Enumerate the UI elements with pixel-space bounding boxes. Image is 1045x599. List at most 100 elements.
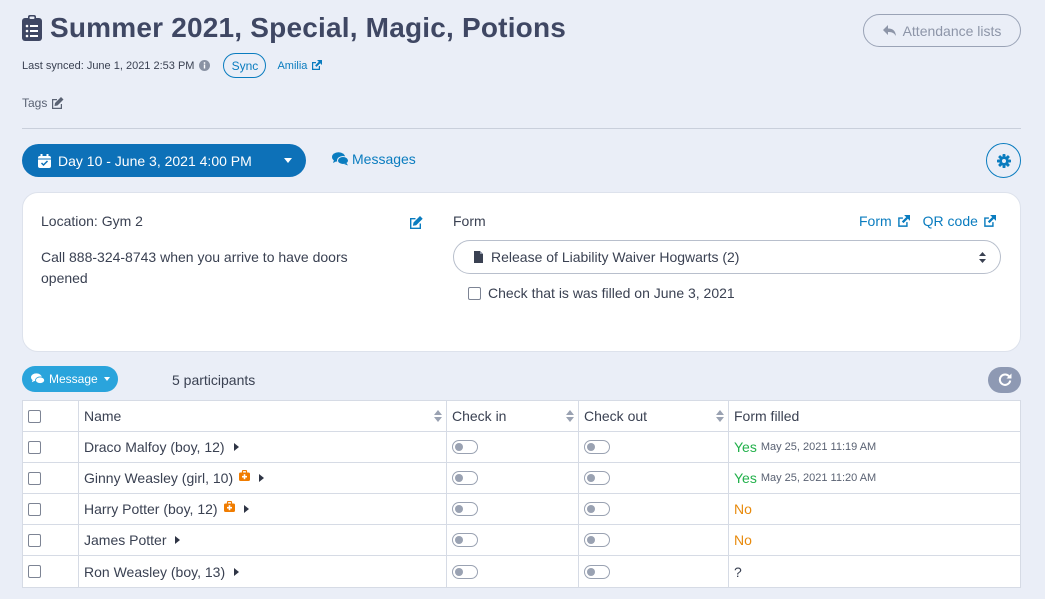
- external-link-icon: [984, 214, 996, 227]
- form-select-value: Release of Liability Waiver Hogwarts (2): [491, 249, 740, 265]
- form-status: No: [734, 501, 752, 517]
- day-selector-button[interactable]: Day 10 - June 3, 2021 4:00 PM: [22, 144, 306, 177]
- form-select[interactable]: Release of Liability Waiver Hogwarts (2): [453, 240, 1001, 274]
- day-label: Day 10 - June 3, 2021 4:00 PM: [58, 152, 252, 169]
- refresh-icon: [998, 373, 1011, 386]
- check-in-toggle[interactable]: [452, 564, 478, 579]
- check-out-toggle[interactable]: [584, 440, 610, 454]
- tags-row[interactable]: Tags: [22, 96, 64, 110]
- amilia-label: Amilia: [277, 59, 308, 72]
- participant-name[interactable]: Ginny Weasley (girl, 10): [84, 470, 233, 486]
- row-checkbox[interactable]: [28, 471, 41, 485]
- header-form-filled-label: Form filled: [734, 408, 800, 424]
- form-filled-checkbox[interactable]: [468, 286, 481, 300]
- table-row: Harry Potter (boy, 12) No: [23, 494, 1020, 525]
- header-check-out-label: Check out: [584, 408, 648, 424]
- check-out-column-header[interactable]: Check out: [579, 401, 729, 431]
- sort-icon: [566, 410, 574, 422]
- sync-row: Last synced: June 1, 2021 2:53 PM Sync A…: [22, 53, 323, 78]
- form-link-label: Form: [859, 213, 892, 229]
- message-dropdown-button[interactable]: Message: [22, 366, 118, 392]
- caret-right-icon[interactable]: [259, 474, 265, 482]
- caret-right-icon[interactable]: [233, 443, 239, 451]
- row-checkbox[interactable]: [28, 565, 41, 578]
- table-row: James Potter No: [23, 525, 1020, 556]
- messages-link[interactable]: Messages: [332, 151, 416, 167]
- form-status: Yes: [734, 470, 757, 486]
- form-filled-column-header: Form filled: [729, 401, 1020, 431]
- caret-right-icon[interactable]: [243, 505, 249, 513]
- external-link-icon: [897, 214, 910, 227]
- attendance-lists-button[interactable]: Attendance lists: [863, 14, 1021, 47]
- check-out-toggle[interactable]: [584, 564, 610, 579]
- form-link[interactable]: Form: [859, 213, 910, 229]
- edit-location-icon[interactable]: [409, 216, 423, 229]
- last-synced-text: Last synced: June 1, 2021 2:53 PM: [22, 59, 195, 72]
- row-checkbox[interactable]: [28, 440, 41, 454]
- row-checkbox[interactable]: [28, 533, 41, 547]
- refresh-button[interactable]: [988, 367, 1021, 393]
- check-in-toggle[interactable]: [452, 533, 478, 547]
- page-title: Summer 2021, Special, Magic, Potions: [50, 12, 567, 43]
- form-links: Form QR code: [859, 213, 996, 229]
- amilia-link[interactable]: Amilia: [277, 59, 323, 72]
- location-label: Location: Gym 2: [41, 213, 143, 229]
- form-label: Form: [453, 213, 486, 229]
- check-in-toggle[interactable]: [452, 502, 478, 516]
- form-status: No: [734, 532, 752, 548]
- participant-name[interactable]: Harry Potter (boy, 12): [84, 501, 218, 517]
- header-divider: [22, 128, 1021, 129]
- gear-icon: [996, 153, 1011, 168]
- participant-name[interactable]: Draco Malfoy (boy, 12): [84, 439, 225, 455]
- check-out-toggle[interactable]: [584, 471, 610, 485]
- check-in-column-header[interactable]: Check in: [447, 401, 579, 431]
- check-in-toggle[interactable]: [452, 440, 478, 454]
- form-timestamp: May 25, 2021 11:19 AM: [760, 441, 877, 453]
- form-timestamp: May 25, 2021 11:20 AM: [760, 472, 877, 484]
- form-filled-check-row[interactable]: Check that is was filled on June 3, 2021: [468, 285, 735, 301]
- select-arrows-icon: [979, 252, 986, 263]
- clipboard-list-icon: [22, 15, 42, 41]
- comments-icon: [332, 152, 349, 166]
- reply-icon: [882, 24, 896, 36]
- table-header-row: Name Check in Check out Form filled: [23, 401, 1020, 432]
- table-row: Ron Weasley (boy, 13) ?: [23, 556, 1020, 587]
- name-column-header[interactable]: Name: [79, 401, 447, 431]
- caret-right-icon[interactable]: [175, 536, 181, 544]
- tags-label: Tags: [22, 96, 48, 110]
- qr-code-link[interactable]: QR code: [923, 213, 996, 229]
- form-status: Yes: [734, 439, 757, 455]
- sort-icon: [716, 410, 724, 422]
- location-note: Call 888-324-8743 when you arrive to hav…: [41, 249, 348, 286]
- settings-button[interactable]: [986, 143, 1021, 178]
- caret-right-icon[interactable]: [234, 567, 240, 576]
- page-header: Summer 2021, Special, Magic, Potions: [22, 12, 566, 44]
- select-all-checkbox[interactable]: [28, 409, 41, 423]
- check-out-toggle[interactable]: [584, 533, 610, 547]
- chevron-down-icon: [103, 377, 110, 381]
- info-icon[interactable]: [199, 60, 211, 71]
- medical-kit-icon[interactable]: [223, 500, 235, 512]
- header-name-label: Name: [84, 408, 122, 424]
- check-in-toggle[interactable]: [452, 471, 478, 485]
- participants-table: Name Check in Check out Form filled Drac…: [22, 400, 1021, 588]
- messages-label: Messages: [352, 151, 416, 167]
- sync-button[interactable]: Sync: [223, 53, 267, 78]
- form-filled-check-label: Check that is was filled on June 3, 2021: [488, 285, 735, 301]
- header-check-in-label: Check in: [452, 408, 507, 424]
- row-checkbox[interactable]: [28, 502, 41, 516]
- message-button-label: Message: [49, 372, 98, 386]
- comments-icon: [31, 373, 45, 384]
- qr-code-label: QR code: [922, 213, 978, 229]
- attendance-lists-label: Attendance lists: [902, 22, 1002, 39]
- table-row: Draco Malfoy (boy, 12) Yes May 25, 2021 …: [23, 432, 1020, 463]
- chevron-down-icon: [284, 158, 292, 163]
- check-out-toggle[interactable]: [584, 502, 610, 516]
- participant-name[interactable]: Ron Weasley (boy, 13): [84, 564, 225, 580]
- participant-name[interactable]: James Potter: [84, 532, 166, 548]
- file-icon: [474, 251, 483, 263]
- edit-icon: [52, 97, 64, 109]
- medical-kit-icon[interactable]: [239, 469, 251, 481]
- session-info-card: Location: Gym 2 Call 888-324-8743 when y…: [22, 192, 1021, 352]
- form-status: ?: [734, 563, 742, 580]
